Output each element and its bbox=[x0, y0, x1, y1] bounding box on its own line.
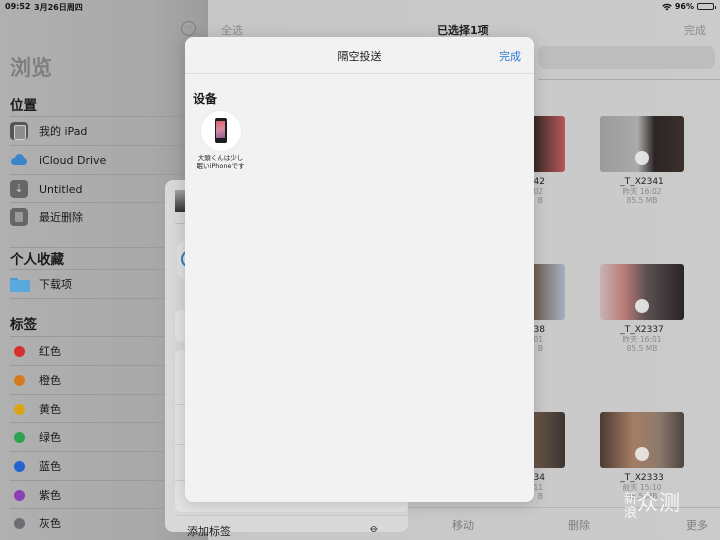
device-avatar bbox=[200, 111, 241, 151]
devices-heading: 设备 bbox=[193, 92, 218, 106]
file-thumbnail bbox=[600, 264, 684, 320]
status-time: 09:52 bbox=[5, 2, 31, 11]
add-tag-action[interactable]: 添加标签 bbox=[187, 523, 231, 539]
tag-color-dot bbox=[14, 517, 25, 529]
tag-color-dot bbox=[14, 374, 25, 386]
watermark-small: 新浪 bbox=[624, 492, 639, 521]
file-item[interactable]: _T_X2333 前天 15:10 85.5 MB bbox=[600, 412, 684, 501]
sidebar-item-label: 绿色 bbox=[39, 431, 61, 444]
selection-circle[interactable] bbox=[635, 299, 649, 313]
sidebar-item-label: iCloud Drive bbox=[39, 153, 107, 167]
airdrop-device[interactable]: 大頭くんは少し 眠いiPhoneです bbox=[193, 111, 248, 170]
section-heading-tags: 标签 bbox=[10, 317, 37, 333]
status-right: 96% bbox=[662, 2, 716, 11]
tag-color-dot bbox=[14, 345, 25, 357]
status-date: 3月26日周四 bbox=[34, 3, 83, 12]
sidebar-item-label: 下载项 bbox=[39, 278, 72, 291]
delete-button[interactable]: 删除 bbox=[568, 517, 590, 533]
sidebar-item-my-ipad[interactable]: 我的 iPad bbox=[10, 116, 208, 145]
more-button[interactable]: 更多 bbox=[686, 517, 708, 533]
selection-title: 已选择1项 bbox=[437, 24, 489, 37]
file-size: 85.5 MB bbox=[626, 344, 658, 353]
sidebar-item-label: 橙色 bbox=[39, 374, 61, 387]
iphone-icon bbox=[214, 118, 227, 143]
ipad-icon bbox=[10, 122, 28, 140]
sidebar-item-label: 红色 bbox=[39, 345, 61, 358]
watermark: 新浪众测 bbox=[624, 493, 681, 521]
folder-icon bbox=[10, 275, 30, 293]
file-name: _T_X2333 bbox=[620, 473, 664, 483]
file-date: 昨天 16:01 bbox=[622, 335, 662, 344]
file-name: _T_X2341 bbox=[620, 177, 664, 187]
dialog-done-button[interactable]: 完成 bbox=[499, 48, 521, 64]
airdrop-dialog: 隔空投送 完成 设备 大頭くんは少し 眠いiPhoneです bbox=[185, 37, 534, 502]
file-thumbnail bbox=[600, 116, 684, 172]
battery-icon bbox=[697, 3, 716, 10]
trash-icon bbox=[10, 208, 28, 226]
tag-color-dot bbox=[14, 489, 25, 501]
move-button[interactable]: 移动 bbox=[452, 517, 474, 533]
device-name-line1: 大頭くんは少し bbox=[197, 154, 244, 162]
file-name: _T_X2337 bbox=[620, 325, 664, 335]
tag-color-dot bbox=[14, 460, 25, 472]
file-thumbnail bbox=[600, 412, 684, 468]
file-item[interactable]: _T_X2337 昨天 16:01 85.5 MB bbox=[600, 264, 684, 353]
dialog-title: 隔空投送 bbox=[337, 50, 382, 63]
sidebar-item-label: 紫色 bbox=[39, 489, 61, 502]
usb-icon: ⇣ bbox=[10, 180, 28, 198]
battery-percent: 96% bbox=[674, 2, 694, 11]
divider bbox=[538, 79, 720, 80]
ellipsis-circle-icon[interactable]: ··· bbox=[181, 21, 196, 36]
sidebar-item-icloud-drive[interactable]: iCloud Drive bbox=[10, 145, 208, 174]
select-all-button[interactable]: 全选 bbox=[221, 22, 243, 38]
sidebar-title: 浏览 bbox=[10, 56, 52, 80]
selection-circle[interactable] bbox=[635, 151, 649, 165]
device-name-line2: 眠いiPhoneです bbox=[196, 162, 245, 170]
section-heading-locations: 位置 bbox=[10, 98, 37, 114]
file-size: 85.5 MB bbox=[626, 196, 658, 205]
selection-circle[interactable] bbox=[635, 447, 649, 461]
wifi-icon bbox=[662, 3, 672, 10]
sidebar-item-label: Untitled bbox=[39, 182, 83, 196]
search-field[interactable] bbox=[538, 46, 715, 69]
icloud-icon bbox=[10, 151, 28, 169]
sidebar-item-label: 黄色 bbox=[39, 403, 61, 416]
done-button[interactable]: 完成 bbox=[684, 22, 706, 38]
divider bbox=[175, 515, 408, 516]
file-item[interactable]: _T_X2341 昨天 16:02 85.5 MB bbox=[600, 116, 684, 205]
tag-color-dot bbox=[14, 431, 25, 443]
tag-color-dot bbox=[14, 403, 25, 415]
file-date: 昨天 16:02 bbox=[622, 187, 662, 196]
sidebar-item-label: 蓝色 bbox=[39, 460, 61, 473]
sidebar-item-label: 我的 iPad bbox=[39, 125, 88, 138]
status-bar: 09:52 3月26日周四 96% bbox=[0, 0, 720, 14]
watermark-text: 众测 bbox=[637, 491, 681, 515]
sidebar-item-label: 最近删除 bbox=[39, 211, 83, 224]
sidebar-item-label: 灰色 bbox=[39, 517, 61, 530]
divider bbox=[185, 73, 534, 74]
